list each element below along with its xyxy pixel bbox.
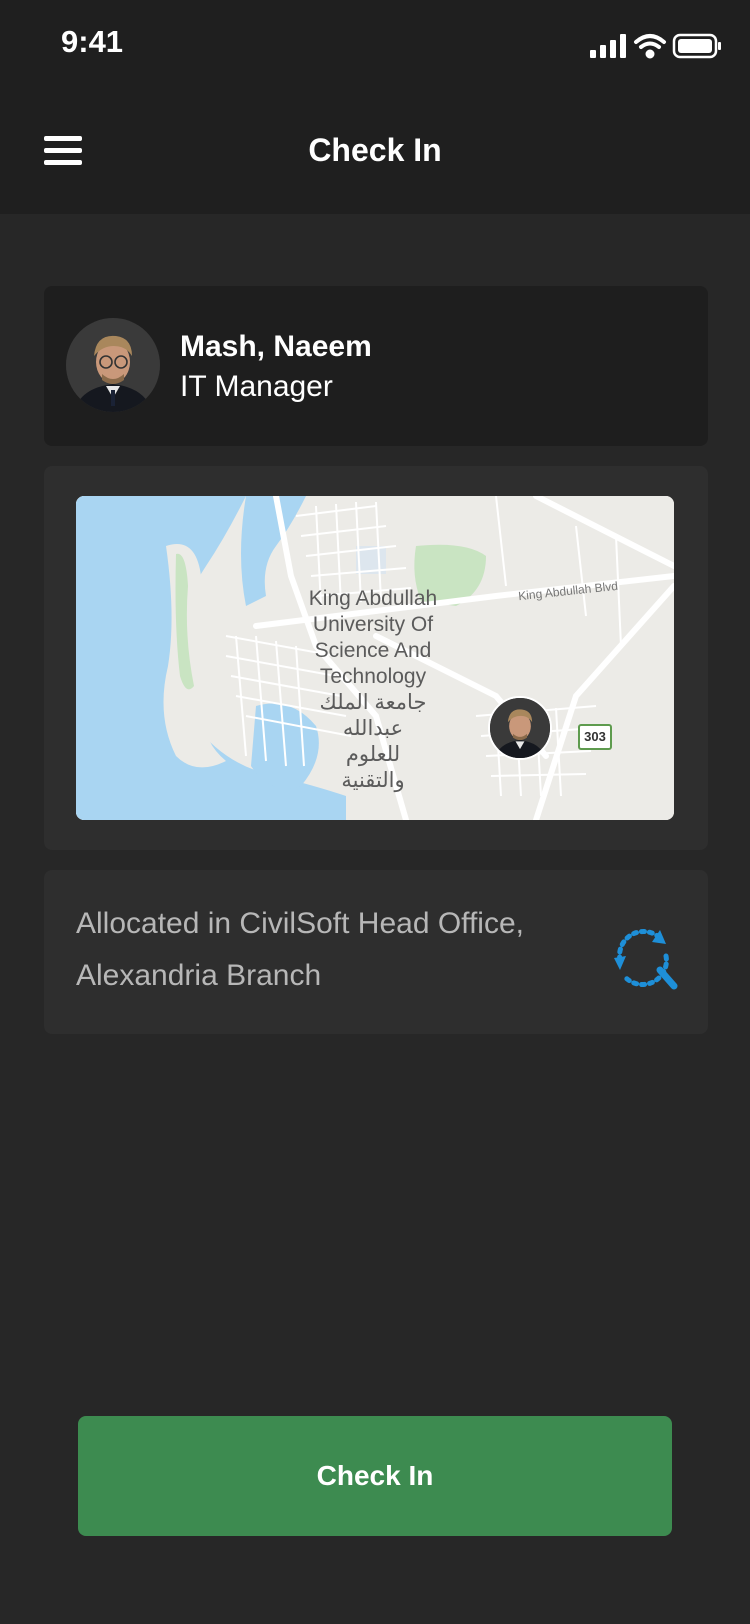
profile-card: Mash, Naeem IT Manager [44, 286, 708, 446]
page-title: Check In [308, 132, 442, 168]
allocation-card: Allocated in CivilSoft Head Office, Alex… [44, 870, 708, 1034]
wifi-icon [634, 34, 666, 59]
location-map[interactable]: King Abdullah University Of Science And … [76, 496, 674, 820]
status-time: 9:41 [61, 24, 124, 59]
nav-bar: Check In [0, 94, 750, 214]
battery-icon [672, 33, 721, 59]
route-shield: 303 [578, 724, 612, 750]
profile-name: Mash, Naeem [180, 330, 372, 363]
status-bar: 9:41 [0, 0, 750, 94]
map-place-label: King Abdullah University Of Science And … [308, 587, 438, 792]
user-location-marker[interactable] [488, 696, 552, 760]
cellular-signal-icon [590, 34, 626, 58]
map-card: King Abdullah University Of Science And … [44, 466, 708, 850]
allocation-text: Allocated in CivilSoft Head Office, Alex… [76, 907, 524, 992]
profile-role: IT Manager [180, 370, 333, 403]
check-in-button[interactable]: Check In [78, 1416, 672, 1536]
refresh-location-icon[interactable] [608, 922, 678, 992]
status-icons [590, 33, 721, 59]
user-avatar [66, 318, 160, 412]
